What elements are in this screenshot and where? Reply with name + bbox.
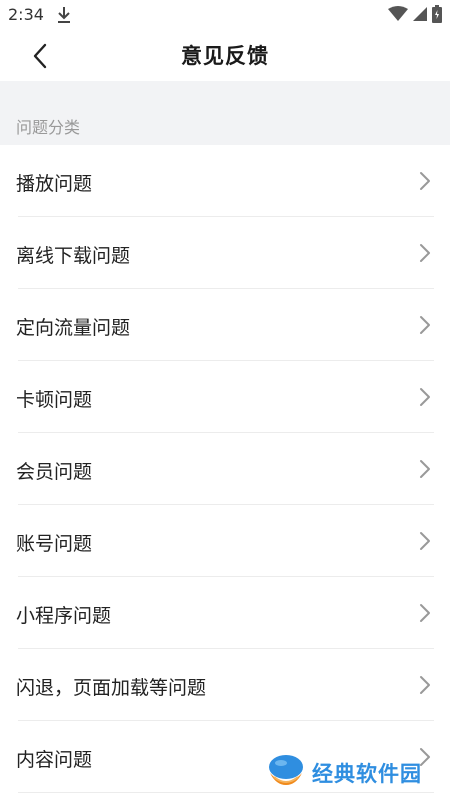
wifi-icon	[388, 6, 408, 26]
list-item-account[interactable]: 账号问题	[0, 505, 450, 577]
download-icon	[56, 5, 72, 25]
list-item-mini-program[interactable]: 小程序问题	[0, 577, 450, 649]
list-item-label: 卡顿问题	[16, 389, 93, 411]
battery-icon	[432, 5, 442, 27]
list-item-label: 账号问题	[16, 533, 93, 555]
feedback-screen: 2:34 意见反馈 问题分类 播放问题 离线下载问题 定向流量问题 卡顿问题 会…	[0, 0, 450, 800]
list-item-membership[interactable]: 会员问题	[0, 433, 450, 505]
chevron-right-icon	[418, 459, 432, 479]
app-header: 意见反馈	[0, 30, 450, 81]
watermark-text: 经典软件园	[312, 762, 422, 786]
problem-category-list: 播放问题 离线下载问题 定向流量问题 卡顿问题 会员问题 账号问题 小程序问题 …	[0, 145, 450, 793]
signal-icon	[412, 6, 428, 26]
list-item-offline-download[interactable]: 离线下载问题	[0, 217, 450, 289]
chevron-right-icon	[418, 387, 432, 407]
list-item-label: 闪退，页面加载等问题	[16, 677, 207, 699]
status-time: 2:34	[8, 5, 44, 24]
list-item-label: 会员问题	[16, 461, 93, 483]
list-item-directed-traffic[interactable]: 定向流量问题	[0, 289, 450, 361]
chevron-right-icon	[418, 675, 432, 695]
list-item-label: 播放问题	[16, 173, 93, 195]
chevron-right-icon	[418, 531, 432, 551]
page-title: 意见反馈	[181, 44, 269, 68]
watermark-logo-icon	[266, 751, 306, 795]
list-item-playback[interactable]: 播放问题	[0, 145, 450, 217]
list-item-label: 离线下载问题	[16, 245, 131, 267]
chevron-right-icon	[418, 315, 432, 335]
section-title: 问题分类	[16, 118, 81, 137]
status-bar: 2:34	[0, 0, 450, 30]
list-item-crash-loading[interactable]: 闪退，页面加载等问题	[0, 649, 450, 721]
list-item-lag[interactable]: 卡顿问题	[0, 361, 450, 433]
section-header: 问题分类	[0, 81, 450, 145]
list-item-label: 小程序问题	[16, 605, 112, 627]
chevron-right-icon	[418, 243, 432, 263]
watermark: 经典软件园	[266, 750, 422, 796]
list-item-label: 内容问题	[16, 749, 93, 771]
status-icons	[388, 5, 442, 27]
list-item-label: 定向流量问题	[16, 317, 131, 339]
chevron-right-icon	[418, 603, 432, 623]
chevron-right-icon	[418, 171, 432, 191]
